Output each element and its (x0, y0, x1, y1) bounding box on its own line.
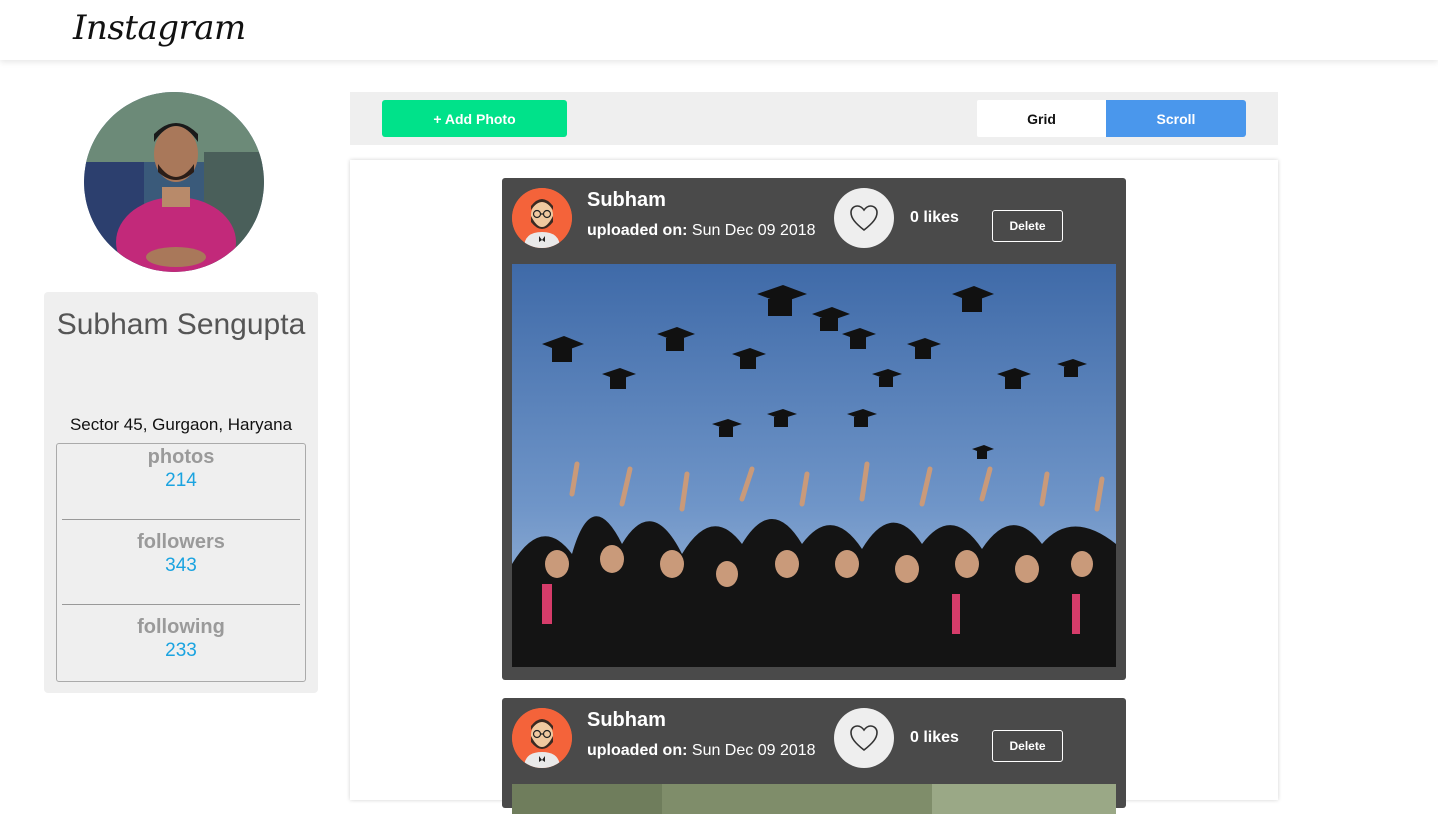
post-username[interactable]: Subham (587, 189, 666, 212)
post-photo-graduation[interactable] (512, 264, 1116, 667)
post-username[interactable]: Subham (587, 709, 666, 732)
stat-following[interactable]: following 233 (57, 616, 305, 662)
stat-followers[interactable]: followers 343 (57, 531, 305, 577)
stat-value: 343 (165, 555, 197, 576)
post-card: Subham uploaded on: Sun Dec 09 2018 0 li… (502, 698, 1126, 814)
stat-label: photos (147, 446, 215, 468)
upload-date-value: Sun Dec 09 2018 (691, 222, 816, 239)
profile-avatar (84, 92, 264, 272)
heart-icon (850, 725, 878, 752)
scroll-view-button[interactable]: Scroll (1106, 100, 1246, 137)
like-count: 0 likes (910, 209, 959, 226)
upload-label: uploaded on: (587, 742, 688, 759)
profile-stats: photos 214 followers 343 following 233 (56, 443, 306, 682)
upload-date-value: Sun Dec 09 2018 (691, 742, 816, 759)
upload-label: uploaded on: (587, 222, 688, 239)
divider (62, 519, 300, 520)
heart-icon (850, 205, 878, 232)
user-avatar-icon (512, 188, 572, 248)
stat-photos[interactable]: photos 214 (57, 446, 305, 492)
like-button[interactable] (834, 188, 894, 248)
post-upload-date: uploaded on: Sun Dec 09 2018 (587, 222, 816, 240)
stat-value: 233 (165, 640, 197, 661)
user-avatar-icon (512, 708, 572, 768)
feed-toolbar: + Add Photo Grid Scroll (350, 92, 1278, 145)
profile-card: Subham Sengupta Sector 45, Gurgaon, Hary… (44, 292, 318, 693)
add-photo-button[interactable]: + Add Photo (382, 100, 567, 137)
stat-value: 214 (165, 470, 197, 491)
post-upload-date: uploaded on: Sun Dec 09 2018 (587, 742, 816, 760)
delete-button[interactable]: Delete (992, 730, 1063, 762)
instagram-logo[interactable]: Instagram (73, 8, 246, 48)
profile-name: Subham Sengupta (56, 308, 306, 341)
profile-location: Sector 45, Gurgaon, Haryana (69, 415, 293, 434)
stat-label: following (137, 616, 225, 638)
delete-button[interactable]: Delete (992, 210, 1063, 242)
stat-label: followers (137, 531, 225, 553)
like-button[interactable] (834, 708, 894, 768)
like-count: 0 likes (910, 729, 959, 746)
top-navbar: Instagram (0, 0, 1438, 60)
post-card: Subham uploaded on: Sun Dec 09 2018 0 li… (502, 178, 1126, 680)
grid-view-button[interactable]: Grid (977, 100, 1106, 137)
divider (62, 604, 300, 605)
